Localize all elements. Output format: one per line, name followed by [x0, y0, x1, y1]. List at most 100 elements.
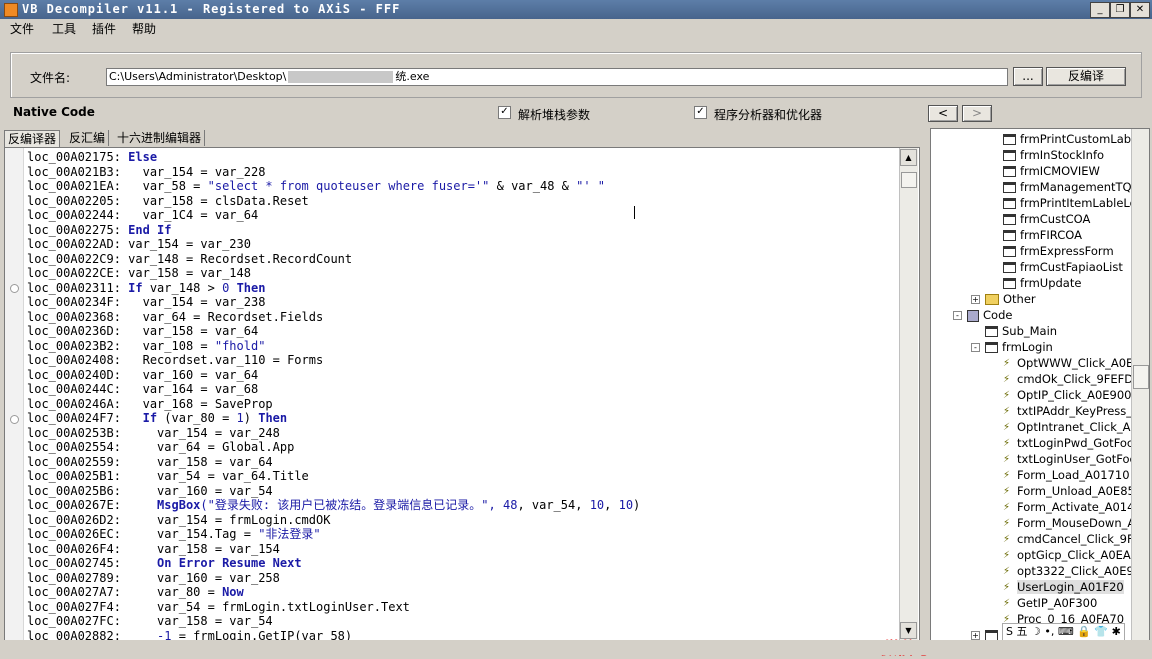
code-line: loc_00A02554: var_64 = Global.App [27, 440, 294, 455]
tree-scrollbar[interactable] [1131, 129, 1149, 641]
tree-item-label: txtIPAddr_KeyPress_A0 [1017, 404, 1148, 418]
menu-file[interactable]: 文件 [10, 20, 34, 37]
tree-item[interactable]: ⚡ txtLoginPwd_GotFocu [1003, 435, 1141, 451]
tree-item[interactable]: ⚡ Form_Unload_A0E850 [1003, 483, 1142, 499]
tree-scroll-thumb[interactable] [1133, 365, 1149, 389]
tree-item[interactable]: frmPrintItemLableLog [1003, 195, 1144, 211]
tree-item-label: frmUpdate [1020, 276, 1082, 290]
pane-splitter[interactable] [920, 128, 926, 640]
code-token: End If [128, 222, 172, 237]
collapse-icon[interactable]: - [953, 311, 962, 320]
tree-item-label: OptIP_Click_A0E900 [1017, 388, 1132, 402]
tree-item-label: Form_Activate_A014E [1017, 500, 1142, 514]
code-token: , var_54, [517, 498, 590, 512]
tree-item[interactable]: ⚡ txtLoginUser_GotFocu [1003, 451, 1143, 467]
file-path-input[interactable]: C:\Users\Administrator\Desktop\ 统.exe [106, 68, 1008, 86]
code-line: loc_00A026F4: var_158 = var_154 [27, 542, 280, 557]
fold-marker[interactable] [10, 415, 19, 424]
tree-item[interactable]: ⚡ cmdCancel_Click_9FEE [1003, 531, 1148, 547]
code-line: loc_00A0234F: var_154 = var_238 [27, 295, 265, 310]
tree-item[interactable]: Other [985, 291, 1036, 307]
tree-item[interactable]: frmCustFapiaoList [1003, 259, 1123, 275]
code-token: var_158 = var_148 [128, 266, 251, 280]
code-line: loc_00A026EC: var_154.Tag = "非法登录" [27, 527, 321, 542]
code-line: loc_00A02244: var_1C4 = var_64 [27, 208, 258, 223]
analyzer-checkbox[interactable]: ✓ [694, 106, 707, 119]
close-button[interactable]: ✕ [1130, 2, 1150, 18]
code-token: loc_00A021EA: [27, 179, 143, 193]
code-token: var_1C4 = var_64 [142, 208, 259, 222]
tree-item[interactable]: ⚡ optGicp_Click_A0EA80 [1003, 547, 1145, 563]
tree-item[interactable]: frmICMOVIEW [1003, 163, 1100, 179]
tree-item[interactable]: frmPrintCustomLabel [1003, 131, 1141, 147]
tree-item[interactable]: frmInStockInfo [1003, 147, 1104, 163]
tree-item[interactable]: Sub_Main [985, 323, 1057, 339]
expand-icon[interactable]: + [971, 295, 980, 304]
tree-item-label: txtLoginUser_GotFocu [1017, 452, 1144, 466]
tree-item[interactable]: ⚡ opt3322_Click_A0E9C0 [1003, 563, 1149, 579]
project-tree[interactable]: frmPrintCustomLabel frmInStockInfo frmICMO… [930, 128, 1150, 642]
code-token: var_154.Tag = [157, 527, 259, 541]
tree-item[interactable]: ⚡ Form_Activate_A014E [1003, 499, 1142, 515]
nav-forward-button[interactable]: > [962, 105, 992, 122]
parse-stack-checkbox[interactable]: ✓ [498, 106, 511, 119]
code-token: loc_00A0253B: [27, 425, 158, 440]
decompile-button[interactable]: 反编译 [1046, 67, 1126, 86]
menu-tools[interactable]: 工具 [52, 20, 76, 37]
tab-decompiler[interactable]: 反编译器 [4, 130, 61, 147]
code-line: loc_00A025B1: var_54 = var_64.Title [27, 469, 309, 484]
tree-item-label: Form_Load_A01710 [1017, 468, 1130, 482]
tab-disassembler[interactable]: 反汇编 [66, 130, 110, 146]
code-scrollbar[interactable]: ▲ ▼ [899, 148, 918, 640]
collapse-icon[interactable]: - [971, 343, 980, 352]
code-line: loc_00A0244C: var_164 = var_68 [27, 382, 258, 397]
code-editor[interactable]: loc_00A02175: Else loc_00A021B3: var_154 … [4, 147, 920, 641]
menu-help[interactable]: 帮助 [132, 20, 156, 37]
tree-item-label: Sub_Main [1002, 324, 1058, 338]
file-path-suffix: 统.exe [395, 70, 430, 83]
tab-hex-editor[interactable]: 十六进制编辑器 [114, 130, 206, 146]
code-token: loc_00A02311: [27, 280, 129, 295]
tree-item-label: cmdCancel_Click_9FEE [1017, 532, 1149, 546]
tree-item[interactable]: frmCustCOA [1003, 211, 1090, 227]
procedure-icon: ⚡ [1003, 405, 1011, 417]
code-token: loc_00A025B1: [27, 469, 158, 483]
code-token: var_168 = SaveProp [142, 396, 273, 411]
tree-item[interactable]: ⚡ txtIPAddr_KeyPress_A0 [1003, 403, 1147, 419]
minimize-button[interactable]: _ [1090, 2, 1110, 18]
code-module-icon [967, 309, 979, 322]
tree-item[interactable]: frmManagementTQM [1003, 179, 1142, 195]
fold-marker[interactable] [10, 284, 19, 293]
tree-item[interactable]: ⚡ cmdOk_Click_9FEFD0 [1003, 371, 1140, 387]
tree-item-label: frmExpressForm [1020, 244, 1114, 258]
tree-item[interactable]: frmFIRCOA [1003, 227, 1082, 243]
code-token: var_158 = var_54 [157, 614, 273, 628]
tree-item[interactable]: frmLogin [985, 339, 1053, 355]
tree-item[interactable]: ⚡ Form_Load_A01710 [1003, 467, 1130, 483]
tree-item[interactable]: ⚡ GetIP_A0F300 [1003, 595, 1097, 611]
tree-item[interactable]: ⚡ Form_MouseDown_A0 [1003, 515, 1143, 531]
form-icon [1003, 182, 1016, 193]
browse-button[interactable]: ... [1013, 67, 1043, 86]
scroll-up-arrow[interactable]: ▲ [900, 149, 917, 166]
tree-item[interactable]: frmUpdate [1003, 275, 1081, 291]
code-token: ("登录失败: 该用户已被冻结。登录端信息已记录。", [200, 498, 503, 512]
tree-item[interactable]: Code [967, 307, 1012, 323]
code-token: var_160 = var_64 [142, 367, 259, 382]
tree-item[interactable]: frmExpressForm [1003, 243, 1114, 259]
tree-item[interactable]: ⚡ UserLogin_A01F20 [1003, 579, 1124, 595]
nav-back-button[interactable]: < [928, 105, 958, 122]
scroll-thumb[interactable] [901, 172, 917, 188]
file-name-label: 文件名: [30, 71, 71, 85]
code-line: loc_00A02408: Recordset.var_110 = Forms [27, 353, 323, 368]
menu-plugins[interactable]: 插件 [92, 20, 116, 37]
maximize-button[interactable]: ❐ [1110, 2, 1130, 18]
code-token: var_80 = [157, 585, 223, 599]
tree-item-label: frmICMOVIEW [1020, 164, 1100, 178]
tree-item[interactable]: ⚡ OptIP_Click_A0E900 [1003, 387, 1132, 403]
code-token: ) [243, 411, 259, 425]
tree-item[interactable]: ⚡ OptIntranet_Click_A0E [1003, 419, 1145, 435]
code-token: var_154 = var_238 [142, 295, 266, 309]
tree-item[interactable]: ⚡ OptWWW_Click_A0EC [1003, 355, 1141, 371]
tree-item-label: Code [983, 308, 1013, 322]
